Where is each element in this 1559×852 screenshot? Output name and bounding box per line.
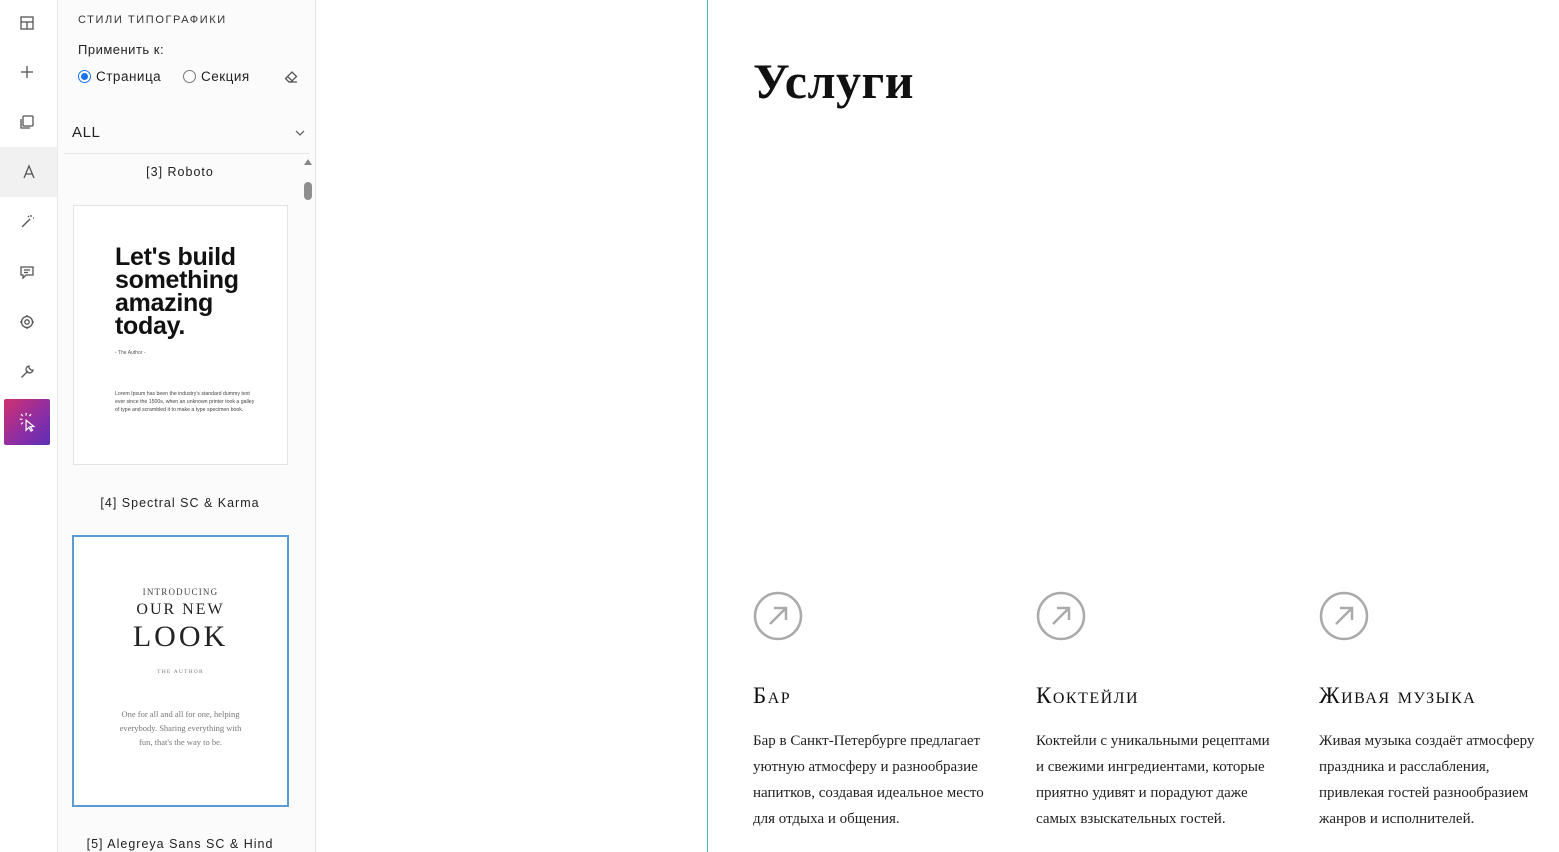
preview-author: - The Author - (115, 350, 146, 356)
wrench-icon (21, 365, 34, 378)
font-label-roboto[interactable]: [3] Roboto (58, 165, 302, 179)
comment-icon (20, 266, 34, 280)
cursor-click-icon (19, 412, 36, 433)
service-title[interactable]: Бар (753, 683, 791, 709)
magic-wand-icon (21, 215, 34, 228)
preview-headline-line: today. (115, 312, 185, 340)
radio-page-label: Страница (96, 69, 162, 84)
pages-button[interactable] (4, 99, 50, 145)
radio-section-label: Секция (201, 69, 250, 84)
font-label-spectral[interactable]: [4] Spectral SC & Karma (58, 496, 302, 510)
service-text[interactable]: Коктейли с уникальными рецептами и свежи… (1036, 728, 1281, 832)
service-title[interactable]: Живая музыка (1319, 683, 1476, 709)
service-title[interactable]: Коктейли (1036, 683, 1139, 709)
typography-icon (22, 164, 35, 179)
preview-line1: OUR NEW (136, 601, 225, 618)
preview-line2: LOOK (132, 620, 229, 653)
section-divider (707, 0, 708, 852)
arrow-up-right-circle-icon[interactable] (1319, 591, 1369, 641)
layout-grid-icon (20, 16, 34, 30)
font-card-spectral[interactable]: INTRODUCING OUR NEW LOOK THE AUTHOR One … (72, 535, 289, 807)
font-card-roboto[interactable]: Let's build something amazing today. - T… (73, 205, 288, 465)
typography-panel: СТИЛИ ТИПОГРАФИКИ Применить к: Страница … (58, 0, 316, 852)
plus-icon (21, 66, 33, 78)
preview-intro: INTRODUCING (142, 587, 219, 597)
settings-button[interactable] (4, 299, 50, 345)
preview-author: THE AUTHOR (157, 669, 204, 675)
preview-body: One for all and all for one, helping eve… (119, 709, 242, 747)
chevron-down-icon (295, 130, 305, 136)
interactions-button[interactable] (4, 399, 50, 445)
radio-page-control[interactable] (78, 70, 91, 83)
preview-body: Lorem Ipsum has been the industry's stan… (115, 391, 255, 413)
panel-title: СТИЛИ ТИПОГРАФИКИ (78, 14, 227, 26)
eraser-icon (284, 71, 298, 83)
page-heading[interactable]: Услуги (753, 52, 914, 110)
tools-button[interactable] (4, 349, 50, 395)
arrow-up-right-circle-icon[interactable] (1036, 591, 1086, 641)
font-list: [3] Roboto Let's build something amazing… (58, 156, 315, 852)
add-element-button[interactable] (4, 49, 50, 95)
font-filter-value: ALL (72, 124, 101, 141)
font-label-alegreya[interactable]: [5] Alegreya Sans SC & Hind (58, 837, 302, 851)
tool-rail (0, 0, 58, 852)
gear-icon (20, 315, 34, 329)
arrow-up-right-circle-icon[interactable] (753, 591, 803, 641)
reset-button[interactable] (284, 70, 298, 84)
service-text[interactable]: Бар в Санкт-Петербурге предлагает уютную… (753, 728, 998, 832)
apply-to-label: Применить к: (78, 42, 165, 57)
radio-section[interactable]: Секция (183, 69, 250, 84)
preview-headline: Let's build something amazing today. (115, 245, 239, 340)
font-filter-select[interactable]: ALL (64, 112, 310, 154)
comments-button[interactable] (4, 249, 50, 295)
typography-button[interactable] (0, 147, 57, 197)
service-text[interactable]: Живая музыка создаёт атмосферу праздника… (1319, 728, 1555, 832)
layout-grid-button[interactable] (4, 0, 50, 46)
radio-section-control[interactable] (183, 70, 196, 83)
magic-wand-button[interactable] (4, 199, 50, 245)
radio-page[interactable]: Страница (78, 69, 161, 84)
pages-icon (20, 115, 34, 129)
